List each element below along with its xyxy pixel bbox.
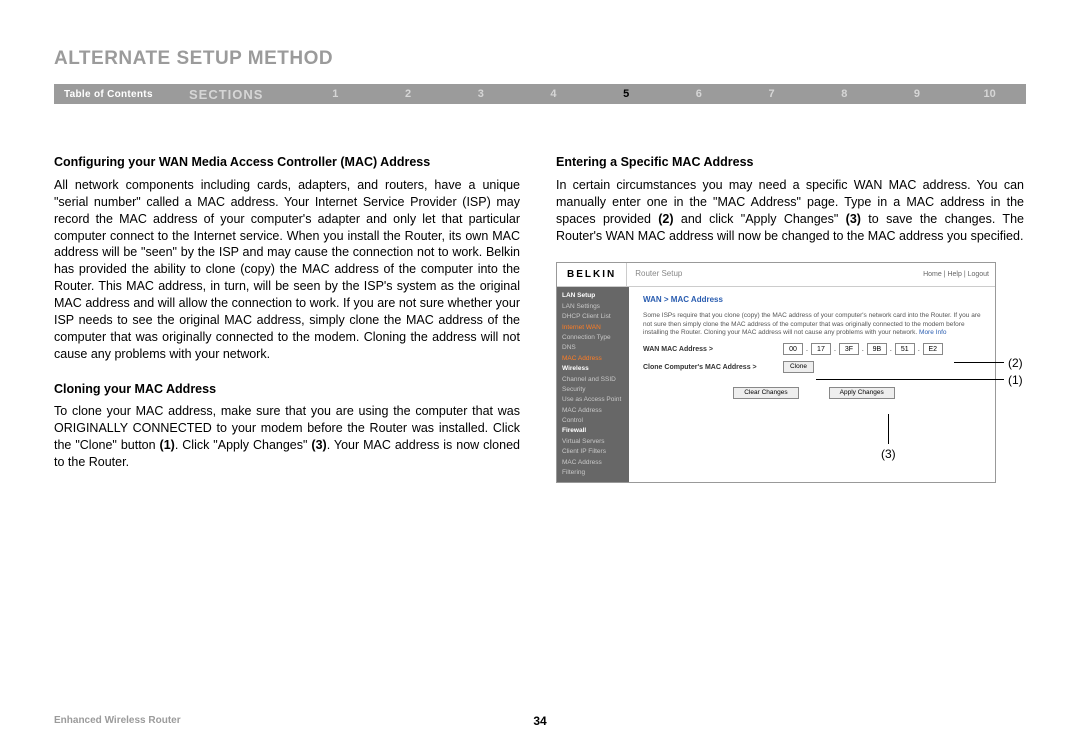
toc-link[interactable]: Table of Contents	[54, 89, 189, 100]
section-nav: Table of Contents SECTIONS 1 2 3 4 5 6 7…	[54, 84, 1026, 104]
mac-field-1[interactable]: 00	[783, 343, 803, 355]
para-enter-mac: In certain circumstances you may need a …	[556, 177, 1024, 245]
brand-subtitle: Router Setup	[627, 269, 682, 280]
sidebar-access-point[interactable]: Use as Access Point	[562, 395, 624, 405]
clone-mac-label: Clone Computer's MAC Address >	[643, 363, 783, 372]
router-ui-screenshot: BELKIN Router Setup Home | Help | Logout…	[556, 262, 996, 483]
sidebar-internet-wan[interactable]: Internet WAN	[562, 323, 624, 333]
section-6[interactable]: 6	[663, 88, 736, 100]
apply-changes-button[interactable]: Apply Changes	[829, 387, 895, 399]
right-column: Entering a Specific MAC Address In certa…	[556, 154, 1026, 489]
callout-3: (3)	[881, 446, 896, 462]
sidebar: LAN Setup LAN Settings DHCP Client List …	[557, 287, 629, 482]
sidebar-firewall[interactable]: Firewall	[562, 426, 624, 436]
sidebar-mac-address[interactable]: MAC Address	[562, 354, 624, 364]
page-description: Some ISPs require that you clone (copy) …	[643, 312, 983, 337]
section-8[interactable]: 8	[808, 88, 881, 100]
mac-field-4[interactable]: 9B	[867, 343, 887, 355]
heading-configure-mac: Configuring your WAN Media Access Contro…	[54, 154, 520, 171]
mac-input-group: 00. 17. 3F. 9B. 51. E2	[783, 343, 943, 355]
mac-field-6[interactable]: E2	[923, 343, 943, 355]
clear-changes-button[interactable]: Clear Changes	[733, 387, 798, 399]
page-number: 34	[533, 714, 546, 728]
section-5[interactable]: 5	[590, 88, 663, 100]
heading-enter-mac: Entering a Specific MAC Address	[556, 154, 1026, 171]
mac-field-2[interactable]: 17	[811, 343, 831, 355]
callout-2: (2)	[1008, 355, 1023, 371]
mac-field-3[interactable]: 3F	[839, 343, 859, 355]
footer-product: Enhanced Wireless Router	[54, 715, 181, 726]
callout-1: (1)	[1008, 372, 1023, 388]
wan-mac-label: WAN MAC Address >	[643, 345, 783, 354]
section-2[interactable]: 2	[372, 88, 445, 100]
sidebar-virtual-servers[interactable]: Virtual Servers	[562, 437, 624, 447]
sidebar-connection-type[interactable]: Connection Type	[562, 333, 624, 343]
mac-field-5[interactable]: 51	[895, 343, 915, 355]
section-9[interactable]: 9	[881, 88, 954, 100]
sidebar-dhcp-list[interactable]: DHCP Client List	[562, 312, 624, 322]
sidebar-mac-control[interactable]: MAC Address Control	[562, 406, 624, 427]
section-10[interactable]: 10	[953, 88, 1026, 100]
sidebar-channel-ssid[interactable]: Channel and SSID	[562, 375, 624, 385]
sections-label: SECTIONS	[189, 87, 299, 102]
left-column: Configuring your WAN Media Access Contro…	[54, 154, 520, 489]
more-info-link[interactable]: More Info	[919, 329, 946, 336]
sidebar-security[interactable]: Security	[562, 385, 624, 395]
section-1[interactable]: 1	[299, 88, 372, 100]
sidebar-client-ip[interactable]: Client IP Filters	[562, 447, 624, 457]
sidebar-lan-settings[interactable]: LAN Settings	[562, 302, 624, 312]
brand-logo: BELKIN	[557, 263, 627, 286]
sidebar-lan-setup[interactable]: LAN Setup	[562, 291, 624, 301]
para-clone-mac: To clone your MAC address, make sure tha…	[54, 403, 520, 471]
page-footer: Enhanced Wireless Router 34	[54, 715, 1026, 726]
breadcrumb: WAN > MAC Address	[643, 295, 985, 306]
section-4[interactable]: 4	[517, 88, 590, 100]
clone-button[interactable]: Clone	[783, 361, 814, 373]
para-configure-mac: All network components including cards, …	[54, 177, 520, 363]
sidebar-dns[interactable]: DNS	[562, 343, 624, 353]
sidebar-wireless[interactable]: Wireless	[562, 364, 624, 374]
section-3[interactable]: 3	[444, 88, 517, 100]
top-links[interactable]: Home | Help | Logout	[923, 270, 995, 279]
heading-clone-mac: Cloning your MAC Address	[54, 381, 520, 398]
sidebar-mac-filtering[interactable]: MAC Address Filtering	[562, 458, 624, 479]
page-title: ALTERNATE SETUP METHOD	[54, 48, 1026, 70]
section-7[interactable]: 7	[735, 88, 808, 100]
